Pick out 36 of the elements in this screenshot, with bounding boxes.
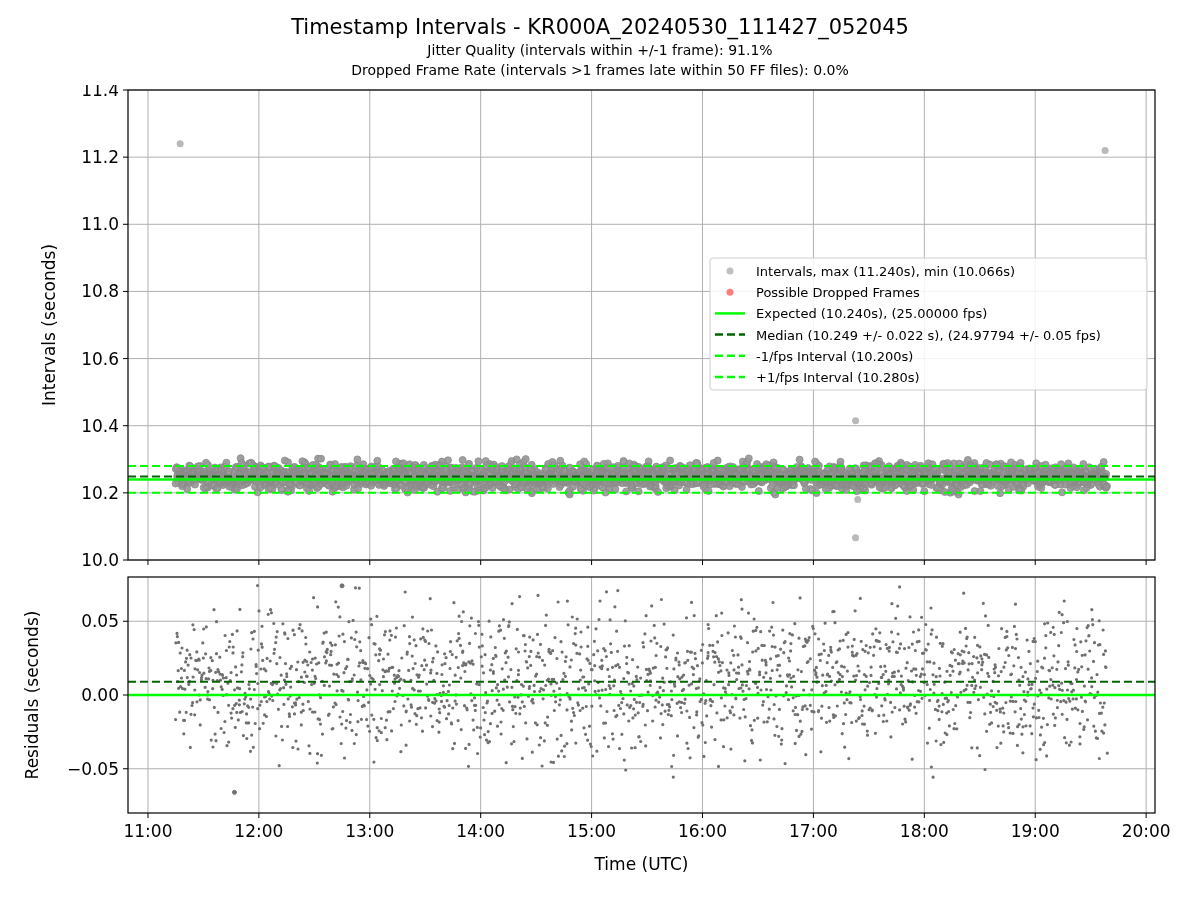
- chart-subtitle: Jitter Quality (intervals within +/-1 frame): 91.1%: [427, 41, 773, 60]
- tick-label: 17:00: [788, 821, 838, 841]
- tick-label: 11.0: [81, 214, 119, 235]
- legend-label: Expected (10.240s), (25.00000 fps): [756, 306, 988, 322]
- tick-label: 20:00: [1121, 821, 1171, 841]
- legend-label: +1/fps Interval (10.280s): [756, 370, 920, 385]
- legend-label: Intervals, max (11.240s), min (10.066s): [756, 264, 1015, 279]
- axis-label: Residuals (seconds): [22, 610, 42, 780]
- legend-line-icon: [715, 333, 745, 336]
- tick-label: 13:00: [345, 821, 395, 841]
- axis-label: Time (UTC): [594, 854, 689, 874]
- axis-label: Intervals (seconds): [39, 243, 59, 407]
- tick-label: 0.05: [81, 611, 119, 632]
- tick-label: 14:00: [456, 821, 506, 841]
- tick-label: 10.4: [81, 415, 119, 436]
- legend-line-icon: [715, 375, 745, 379]
- tick-label: 15:00: [567, 821, 617, 841]
- legend-line-icon: [715, 354, 745, 358]
- legend-label: Median (10.249 +/- 0.022 s), (24.97794 +/- 0.05 fps): [756, 327, 1101, 343]
- tick-label: 12:00: [234, 821, 284, 841]
- tick-label: 11:00: [123, 821, 173, 841]
- tick-label: 16:00: [678, 821, 727, 841]
- legend-label: Possible Dropped Frames: [756, 285, 920, 301]
- legend-label: -1/fps Interval (10.200s): [756, 348, 914, 364]
- tick-label: 10.0: [81, 550, 119, 570]
- tick-label: 19:00: [1010, 821, 1060, 841]
- tick-label: 0.00: [81, 685, 119, 705]
- chart-subtitle: Dropped Frame Rate (intervals >1 frames late within 50 FF files): 0.0%: [351, 61, 849, 80]
- tick-label: 10.2: [81, 482, 119, 503]
- legend-line-icon: [715, 312, 745, 315]
- chart-title: Timestamp Intervals - KR000A_20240530_111427_052045: [291, 14, 909, 40]
- tick-label: 10.8: [81, 281, 119, 302]
- tick-label: 11.2: [81, 147, 119, 168]
- tick-label: 10.6: [81, 348, 119, 369]
- tick-label: −0.05: [66, 758, 119, 779]
- tick-label: 18:00: [899, 821, 949, 841]
